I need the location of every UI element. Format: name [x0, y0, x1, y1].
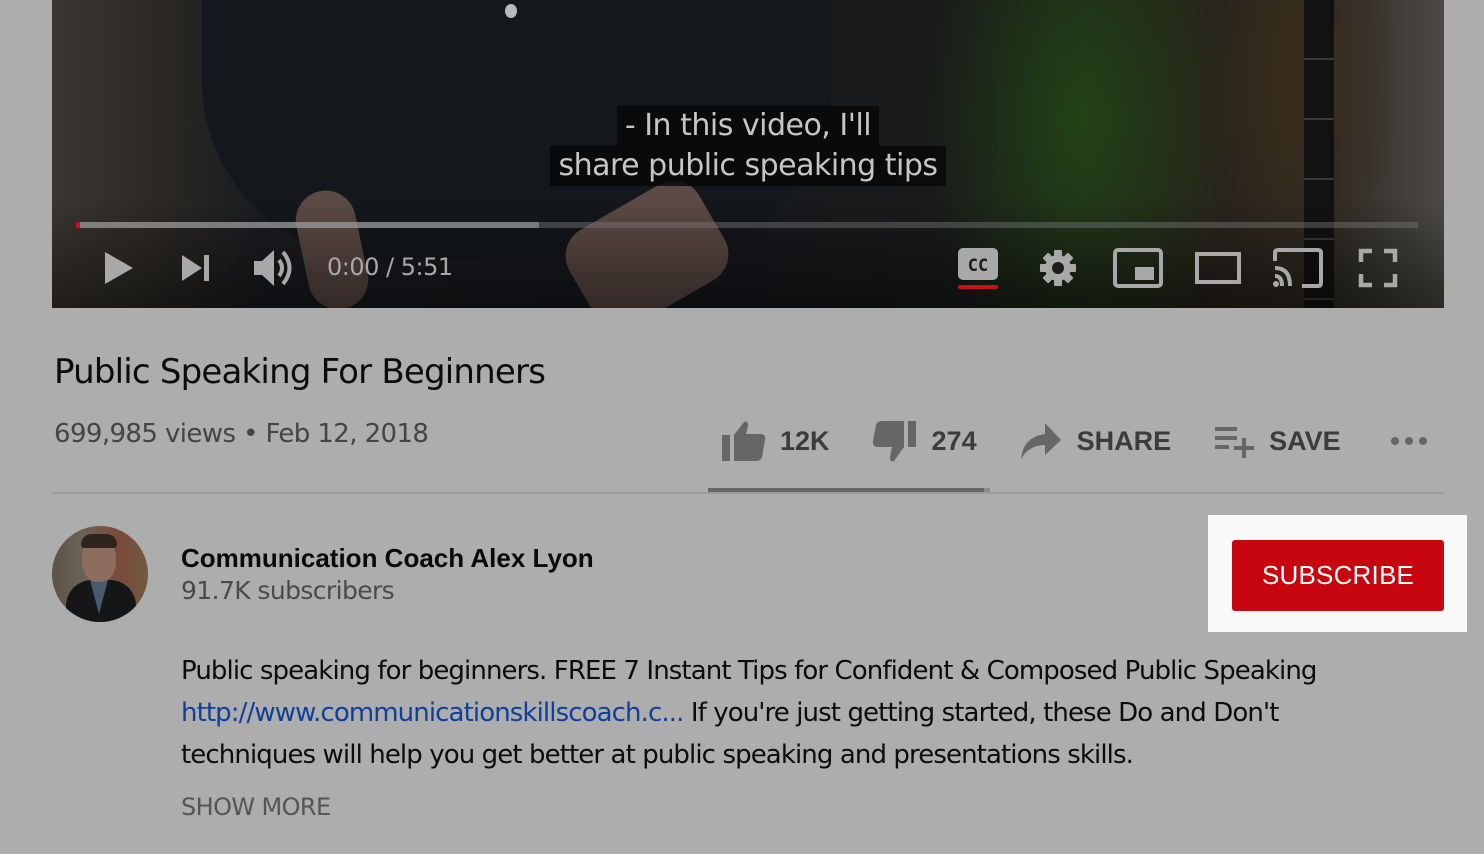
- progress-played: [76, 222, 81, 228]
- progress-bar[interactable]: [76, 222, 1418, 228]
- save-label: SAVE: [1269, 425, 1341, 456]
- description-text: If you're just getting started, these Do…: [683, 698, 1280, 728]
- video-player[interactable]: - In this video, I'll share public speak…: [52, 0, 1444, 308]
- next-button[interactable]: [176, 244, 216, 292]
- more-horizontal-icon: [1390, 437, 1427, 445]
- divider: [52, 492, 1444, 494]
- gear-icon: [1040, 250, 1076, 286]
- description-line: http://www.communicationskillscoach.c...…: [181, 692, 1381, 734]
- dislike-count: 274: [931, 425, 977, 456]
- theater-mode-button[interactable]: [1192, 244, 1244, 292]
- cc-icon: CC: [958, 248, 998, 289]
- like-count: 12K: [780, 425, 830, 456]
- show-more-button[interactable]: SHOW MORE: [181, 793, 331, 821]
- settings-button[interactable]: [1036, 244, 1080, 292]
- share-icon: [1020, 423, 1061, 459]
- video-frame-detail: [505, 4, 517, 18]
- play-button[interactable]: [96, 244, 140, 292]
- video-meta: 699,985 views • Feb 12, 2018: [54, 419, 429, 449]
- caption-line: share public speaking tips: [550, 146, 946, 186]
- cast-button[interactable]: [1270, 244, 1326, 292]
- volume-button[interactable]: [250, 244, 298, 292]
- avatar-detail: [81, 534, 117, 548]
- volume-icon: [254, 250, 292, 286]
- theater-mode-icon: [1195, 252, 1241, 284]
- subtitles-button[interactable]: CC: [954, 244, 1002, 292]
- channel-avatar[interactable]: [52, 526, 148, 622]
- cast-icon: [1273, 248, 1323, 288]
- video-description: Public speaking for beginners. FREE 7 In…: [181, 650, 1381, 776]
- thumbs-up-icon: [722, 421, 766, 461]
- description-link[interactable]: http://www.communicationskillscoach.c...: [181, 698, 684, 728]
- miniplayer-icon: [1113, 248, 1163, 288]
- svg-text:CC: CC: [968, 256, 988, 276]
- video-title: Public Speaking For Beginners: [54, 352, 546, 392]
- video-actions: 12K 274 SHARE SAVE: [720, 414, 1429, 468]
- subscriber-count: 91.7K subscribers: [181, 576, 395, 605]
- captions-overlay: - In this video, I'll share public speak…: [52, 106, 1444, 186]
- description-line: Public speaking for beginners. FREE 7 In…: [181, 656, 1317, 686]
- caption-line: - In this video, I'll: [616, 106, 880, 146]
- description-line: techniques will help you get better at p…: [181, 740, 1134, 770]
- save-button[interactable]: SAVE: [1213, 423, 1341, 459]
- add-to-playlist-icon: [1215, 427, 1255, 458]
- progress-buffered: [76, 222, 539, 228]
- miniplayer-button[interactable]: [1110, 244, 1166, 292]
- next-icon: [182, 255, 209, 281]
- fullscreen-button[interactable]: [1356, 244, 1400, 292]
- play-icon: [105, 252, 133, 284]
- more-actions-button[interactable]: [1389, 434, 1429, 448]
- share-label: SHARE: [1076, 425, 1172, 456]
- dislike-button[interactable]: 274: [872, 419, 977, 463]
- share-button[interactable]: SHARE: [1019, 421, 1172, 461]
- time-display: 0:00 / 5:51: [327, 253, 453, 281]
- like-button[interactable]: 12K: [720, 420, 830, 462]
- channel-name[interactable]: Communication Coach Alex Lyon: [181, 543, 594, 574]
- fullscreen-icon: [1358, 248, 1398, 288]
- subscribe-button[interactable]: SUBSCRIBE: [1232, 540, 1444, 611]
- thumbs-down-icon: [872, 421, 916, 462]
